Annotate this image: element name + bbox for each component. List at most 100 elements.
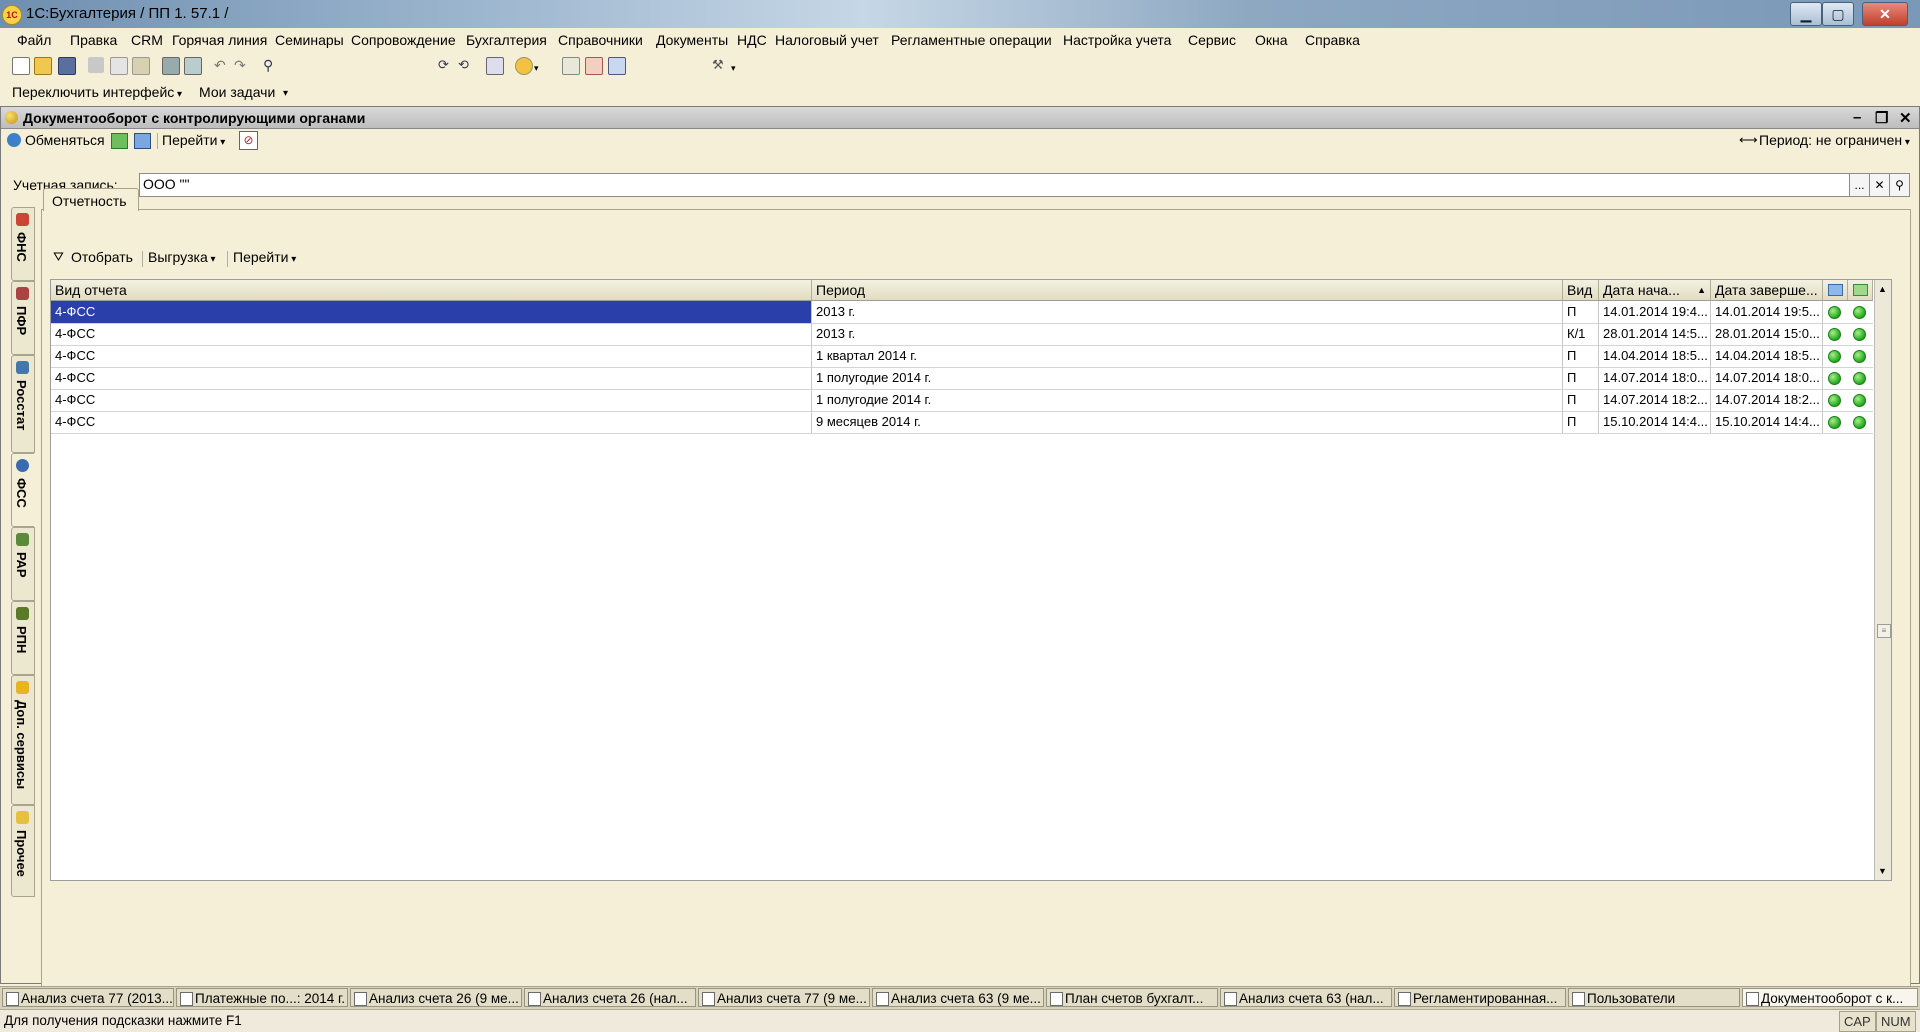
scroll-thumb[interactable]: ≡ [1877,624,1891,638]
taskbar-window-button[interactable]: Анализ счета 63 (9 ме... [872,988,1044,1007]
period-selector[interactable]: Период: не ограничен [1759,132,1910,148]
taskbar-window-button[interactable]: План счетов бухгалт... [1046,988,1218,1007]
goto-menu-button[interactable]: Перейти [162,132,225,148]
calculator-icon[interactable] [562,57,580,75]
side-tab-rar[interactable]: РАР [11,527,35,601]
table-row[interactable]: 4-ФСС 2013 г. К/1 28.01.2014 14:5... 28.01.2… [51,323,1873,346]
receive-icon[interactable] [134,133,151,149]
account-select-button[interactable]: ... [1849,173,1870,197]
side-tab-other[interactable]: Прочее [11,805,35,897]
copy-icon[interactable] [110,57,128,75]
col-sent-status[interactable] [1823,280,1848,300]
close-button[interactable]: ✕ [1862,2,1908,26]
save-icon[interactable] [58,57,76,75]
select-button[interactable]: Отобрать [71,249,133,265]
side-tab-rpn[interactable]: РПН [11,601,35,675]
info-icon[interactable] [515,57,533,75]
doc-restore-button[interactable]: ❐ [1875,109,1888,127]
my-tasks-button[interactable]: Мои задачи [199,84,275,100]
taskbar-window-button[interactable]: Анализ счета 77 (9 ме... [698,988,870,1007]
windows-icon[interactable] [486,57,504,75]
side-tab-rosstat[interactable]: Росстат [11,355,35,453]
scroll-down-icon[interactable]: ▼ [1877,864,1888,878]
table-row[interactable]: 4-ФСС 1 полугодие 2014 г. П 14.07.2014 18:0… [51,367,1873,390]
menu-tax[interactable]: Налоговый учет [775,32,879,48]
account-field[interactable]: ООО "" [139,173,1851,197]
taskbar-window-button[interactable]: Платежные по...: 2014 г. [176,988,348,1007]
menu-accounting[interactable]: Бухгалтерия [466,32,547,48]
reports-table[interactable]: Вид отчета Период Вид Дата нача... ▲ Дат… [50,279,1892,881]
table-row[interactable]: 4-ФСС 9 месяцев 2014 г. П 15.10.2014 14:4..… [51,411,1873,434]
exchange-button[interactable]: Обменяться [25,132,105,148]
taskbar-window-button[interactable]: Документооборот с к... [1742,988,1918,1007]
reports-goto-button[interactable]: Перейти [233,249,296,265]
col-report-type[interactable]: Вид отчета [51,280,812,300]
col-received-status[interactable] [1848,280,1873,300]
maximize-button[interactable]: ▢ [1822,2,1854,26]
account-clear-button[interactable]: ✕ [1869,173,1890,197]
print-preview-icon[interactable] [184,57,202,75]
find-next-icon[interactable]: ⟳ [438,57,454,73]
col-start-date[interactable]: Дата нача... ▲ [1599,280,1711,300]
undo-icon[interactable]: ↶ [214,57,230,73]
redo-icon[interactable]: ↷ [234,57,250,73]
side-tab-label: РПН [14,626,29,654]
cut-icon[interactable] [88,57,104,73]
paste-icon[interactable] [132,57,150,75]
taskbar-window-button[interactable]: Пользователи [1568,988,1740,1007]
print-icon[interactable] [162,57,180,75]
table-row[interactable]: 4-ФСС 1 квартал 2014 г. П 14.04.2014 18:5..… [51,345,1873,368]
tools-icon[interactable]: ⚒ [712,57,728,73]
table-row[interactable]: 4-ФСС 1 полугодие 2014 г. П 14.07.2014 18:2… [51,389,1873,412]
menu-vat[interactable]: НДС [737,32,767,48]
menu-reg-ops[interactable]: Регламентные операции [891,32,1052,48]
my-tasks-dropdown-icon[interactable]: ▾ [283,88,288,99]
account-open-button[interactable]: ⚲ [1889,173,1910,197]
menu-settings[interactable]: Настройка учета [1063,32,1171,48]
menu-catalogs[interactable]: Справочники [558,32,643,48]
table-scrollbar[interactable]: ▲ ≡ ▼ [1874,280,1891,880]
menu-windows[interactable]: Окна [1255,32,1288,48]
doc-close-button[interactable]: ✕ [1899,109,1912,127]
new-icon[interactable] [12,57,30,75]
menu-help[interactable]: Справка [1305,32,1360,48]
send-icon[interactable] [111,133,128,149]
menu-hotline[interactable]: Горячая линия [172,32,267,48]
tools-dropdown-icon[interactable]: ▾ [731,63,747,79]
title-bar: 1С 1С:Бухгалтерия / ПП 1. 57.1 / ▁ ▢ ✕ [0,0,1920,28]
export-menu-button[interactable]: Выгрузка [148,249,216,265]
col-period[interactable]: Период [812,280,1563,300]
users-icon[interactable] [608,57,626,75]
doc-minimize-button[interactable]: – [1853,109,1861,126]
taskbar-window-button[interactable]: Анализ счета 26 (нал... [524,988,696,1007]
info-dropdown-icon[interactable]: ▾ [534,63,550,79]
menu-edit[interactable]: Правка [70,32,117,48]
scroll-up-icon[interactable]: ▲ [1877,282,1888,296]
cell-report-type: 4-ФСС [51,411,812,433]
find-prev-icon[interactable]: ⟲ [458,57,474,73]
open-icon[interactable] [34,57,52,75]
menu-documents[interactable]: Документы [656,32,728,48]
calendar-icon[interactable] [585,57,603,75]
menu-service[interactable]: Сервис [1188,32,1236,48]
taskbar-window-button[interactable]: Анализ счета 63 (нал... [1220,988,1392,1007]
switch-interface-button[interactable]: Переключить интерфейс [12,84,182,100]
taskbar-window-button[interactable]: Анализ счета 26 (9 ме... [350,988,522,1007]
side-tab-fss[interactable]: ФСС [11,453,34,527]
find-icon[interactable]: ⚲ [263,57,279,73]
side-tab-pfr[interactable]: ПФР [11,281,35,355]
taskbar-window-button[interactable]: Регламентированная... [1394,988,1566,1007]
taskbar-window-button[interactable]: Анализ счета 77 (2013... [2,988,174,1007]
col-kind[interactable]: Вид [1563,280,1599,300]
side-tab-extra-services[interactable]: Доп. сервисы [11,675,35,805]
tab-reports[interactable]: Отчетность [43,188,139,211]
table-row[interactable]: 4-ФСС 2013 г. П 14.01.2014 19:4... 14.01.201… [51,301,1873,324]
menu-file[interactable]: Файл [17,32,51,48]
menu-support[interactable]: Сопровождение [351,32,456,48]
col-end-date[interactable]: Дата заверше... [1711,280,1823,300]
no-signature-icon[interactable]: ⊘ [239,131,258,150]
menu-seminars[interactable]: Семинары [275,32,344,48]
side-tab-fns[interactable]: ФНС [11,207,35,281]
menu-crm[interactable]: CRM [131,32,163,48]
minimize-button[interactable]: ▁ [1790,2,1822,26]
